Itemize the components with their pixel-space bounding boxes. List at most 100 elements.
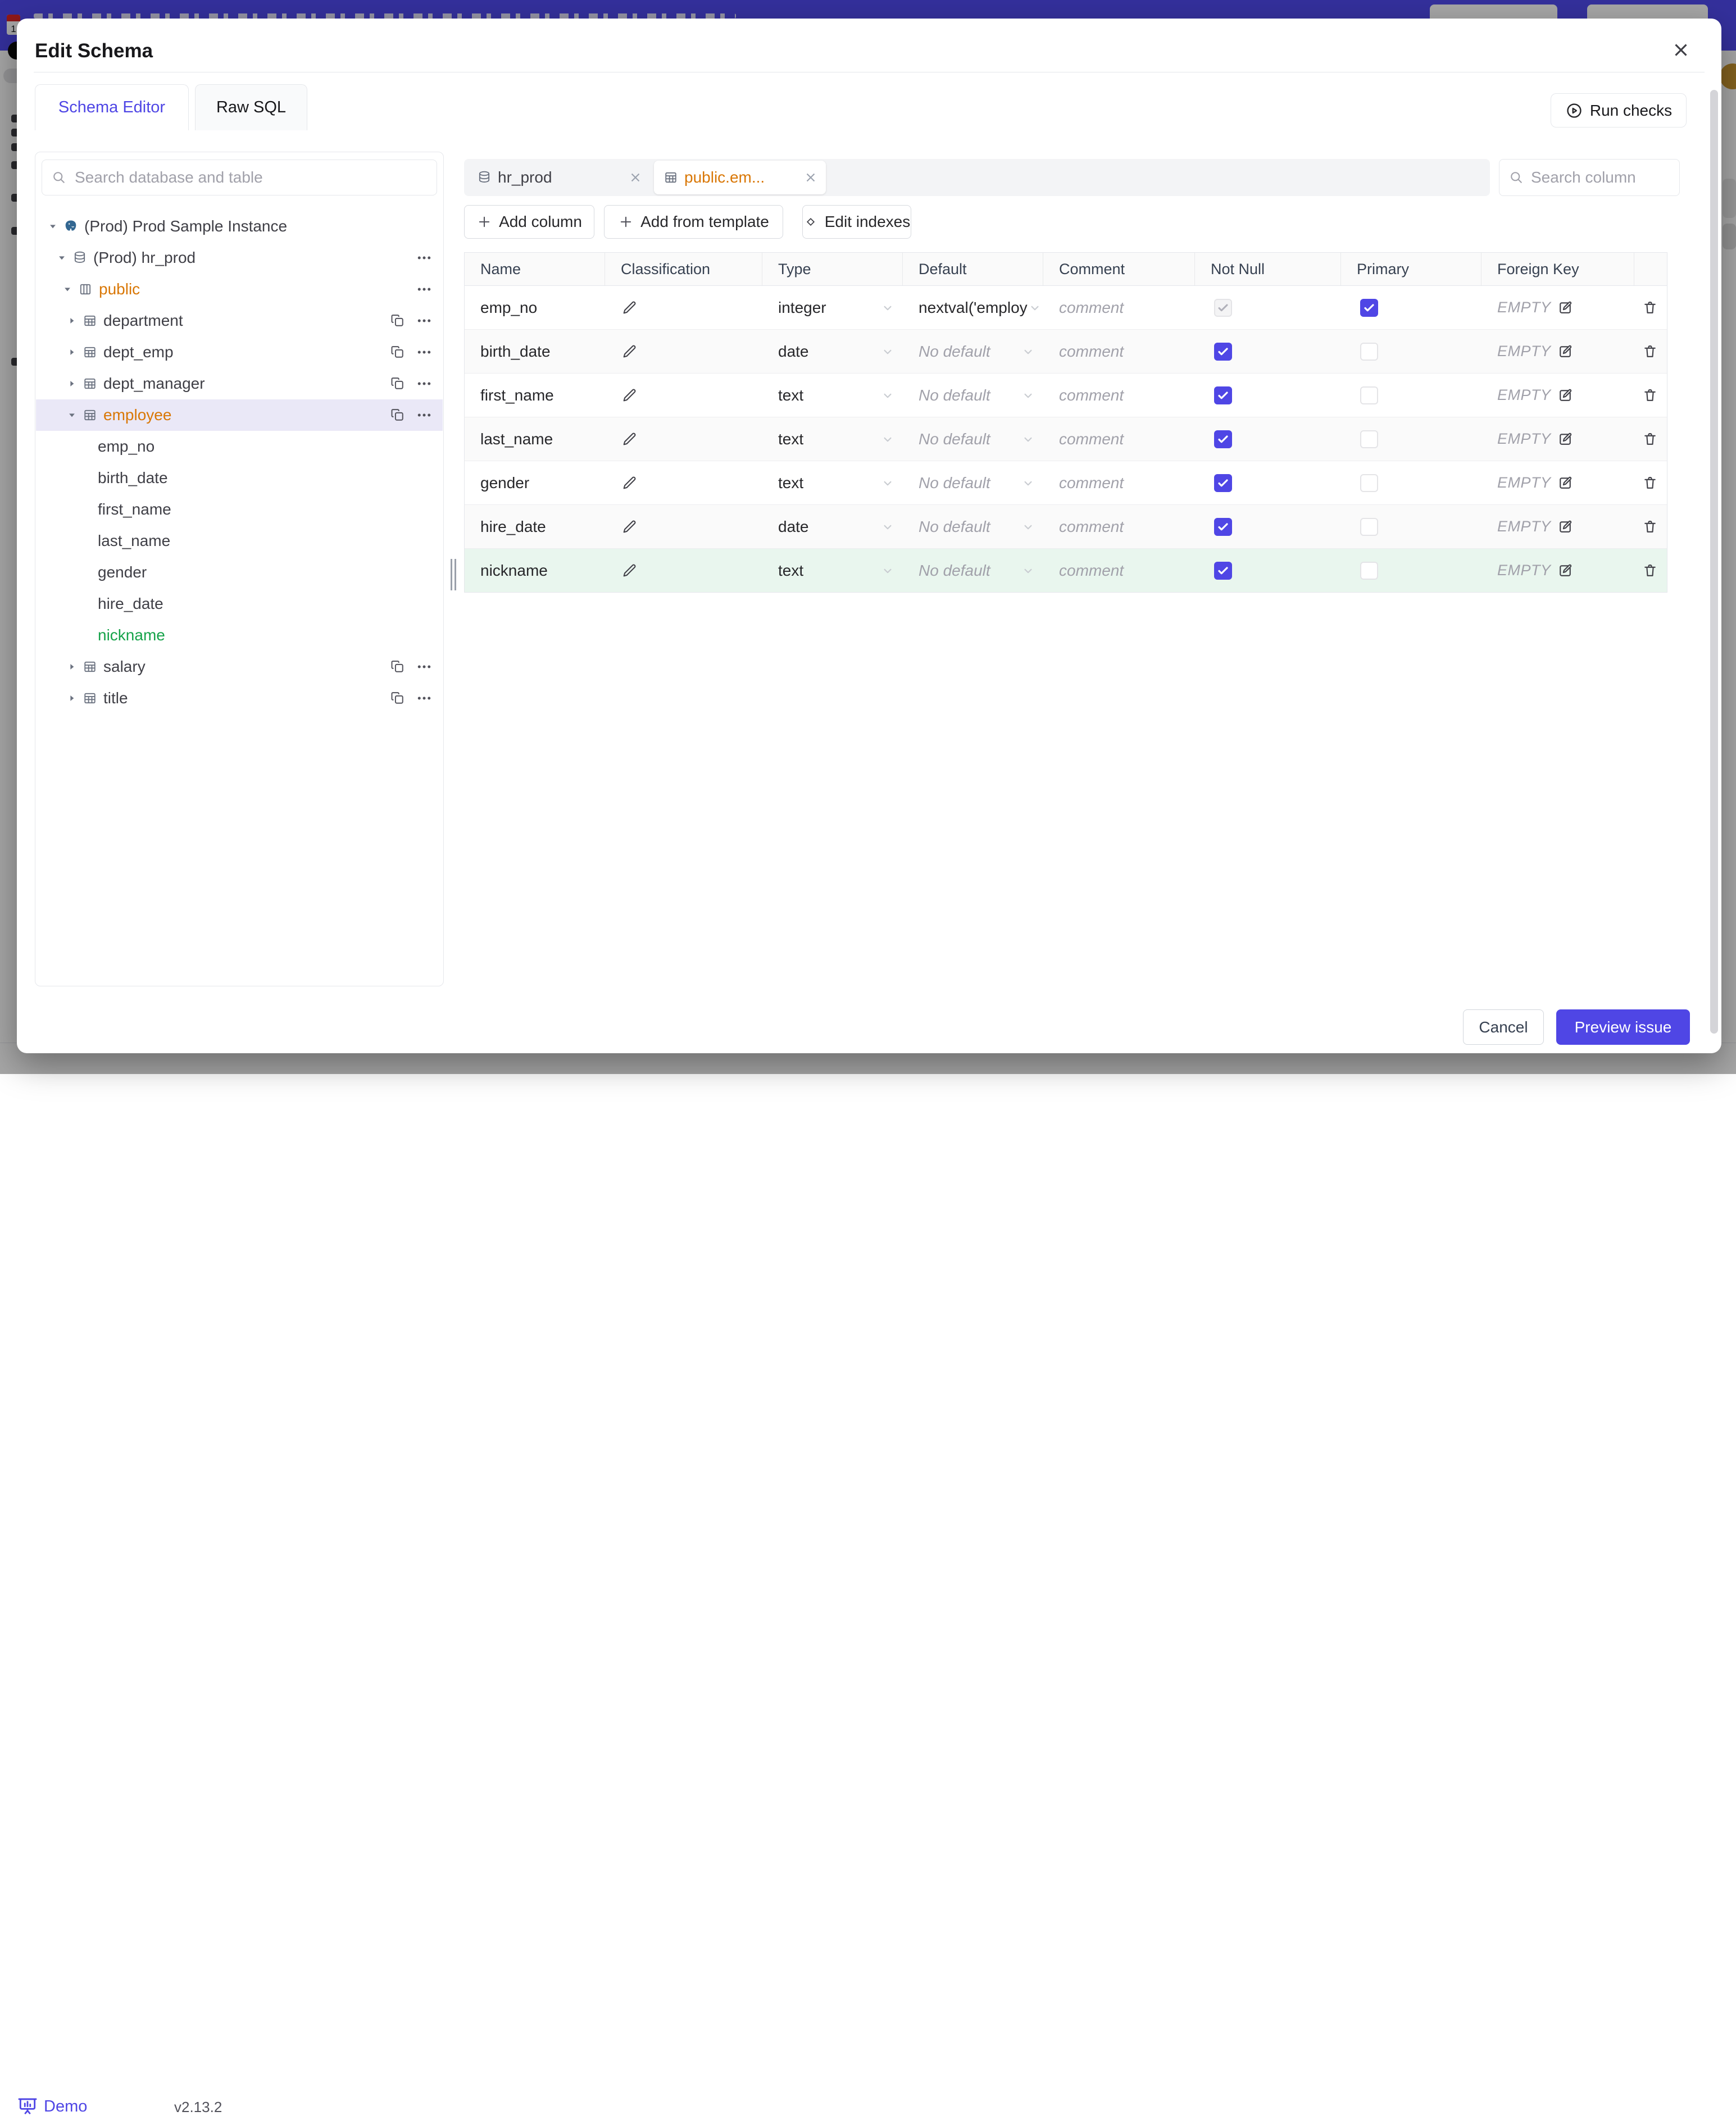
chevron-down-icon[interactable] (1021, 520, 1035, 534)
column-type-select[interactable]: date (778, 343, 809, 361)
chevron-right-icon[interactable] (65, 691, 79, 705)
tree-item-department[interactable]: department (36, 305, 443, 336)
delete-column-icon[interactable] (1642, 518, 1658, 535)
copy-icon[interactable] (390, 313, 406, 329)
primary-checkbox[interactable] (1360, 430, 1378, 448)
delete-column-icon[interactable] (1642, 299, 1658, 316)
preview-issue-button[interactable]: Preview issue (1556, 1009, 1690, 1045)
modal-scrollbar[interactable] (1710, 90, 1718, 1034)
not-null-checkbox[interactable] (1214, 474, 1232, 492)
tree-item-employee[interactable]: employee (36, 399, 443, 431)
column-comment-input[interactable]: comment (1059, 299, 1124, 317)
primary-checkbox[interactable] (1360, 298, 1378, 317)
delete-column-icon[interactable] (1642, 475, 1658, 492)
run-checks-button[interactable]: Run checks (1551, 93, 1687, 128)
more-options-icon[interactable] (416, 312, 433, 329)
tree-item-title[interactable]: title (36, 682, 443, 714)
not-null-checkbox[interactable] (1214, 517, 1232, 536)
chevron-right-icon[interactable] (65, 377, 79, 390)
close-tab-icon[interactable] (628, 170, 643, 185)
chevron-down-icon[interactable] (1021, 344, 1035, 359)
add-from-template-button[interactable]: Add from template (604, 205, 783, 239)
tree-item--prod-hr_prod[interactable]: (Prod) hr_prod (36, 242, 443, 274)
chevron-right-icon[interactable] (65, 345, 79, 359)
copy-icon[interactable] (390, 376, 406, 392)
column-type-select[interactable]: integer (778, 299, 826, 317)
edit-foreign-key-icon[interactable] (1557, 387, 1574, 404)
delete-column-icon[interactable] (1642, 562, 1658, 579)
chevron-down-icon[interactable] (61, 283, 74, 296)
chevron-down-icon[interactable] (880, 388, 895, 403)
tree-item-dept_manager[interactable]: dept_manager (36, 368, 443, 399)
tree-item-last_name[interactable]: last_name (36, 525, 443, 557)
more-options-icon[interactable] (416, 249, 433, 266)
not-null-checkbox[interactable] (1214, 430, 1232, 448)
column-type-select[interactable]: text (778, 562, 803, 580)
chevron-down-icon[interactable] (880, 563, 895, 578)
tree-item-first_name[interactable]: first_name (36, 494, 443, 525)
tab-schema-editor[interactable]: Schema Editor (35, 84, 189, 130)
chevron-down-icon[interactable] (1028, 301, 1042, 315)
chevron-down-icon[interactable] (880, 432, 895, 447)
tree-item-hire_date[interactable]: hire_date (36, 588, 443, 620)
column-name-field[interactable]: last_name (480, 430, 553, 448)
column-comment-input[interactable]: comment (1059, 518, 1124, 536)
edit-foreign-key-icon[interactable] (1557, 299, 1574, 316)
close-tab-icon[interactable] (803, 170, 818, 185)
more-options-icon[interactable] (416, 375, 433, 392)
edit-foreign-key-icon[interactable] (1557, 562, 1574, 579)
edit-foreign-key-icon[interactable] (1557, 431, 1574, 448)
tab-raw-sql[interactable]: Raw SQL (195, 84, 307, 130)
column-default-select[interactable]: No default (919, 474, 990, 492)
column-type-select[interactable]: text (778, 474, 803, 492)
column-comment-input[interactable]: comment (1059, 386, 1124, 404)
primary-checkbox[interactable] (1360, 386, 1378, 404)
edit-classification-icon[interactable] (621, 562, 638, 579)
chevron-down-icon[interactable] (1021, 476, 1035, 490)
chevron-down-icon[interactable] (65, 408, 79, 422)
more-options-icon[interactable] (416, 281, 433, 298)
not-null-checkbox[interactable] (1214, 342, 1232, 361)
tree-item--prod-prod-sample-instance[interactable]: (Prod) Prod Sample Instance (36, 211, 443, 242)
chevron-right-icon[interactable] (65, 314, 79, 327)
chevron-down-icon[interactable] (1021, 563, 1035, 578)
tree-item-public[interactable]: public (36, 274, 443, 305)
tree-item-salary[interactable]: salary (36, 651, 443, 682)
edit-classification-icon[interactable] (621, 475, 638, 492)
column-type-select[interactable]: text (778, 386, 803, 404)
chevron-down-icon[interactable] (880, 520, 895, 534)
delete-column-icon[interactable] (1642, 431, 1658, 448)
chevron-down-icon[interactable] (880, 344, 895, 359)
edit-foreign-key-icon[interactable] (1557, 518, 1574, 535)
column-default-select[interactable]: No default (919, 343, 990, 361)
not-null-checkbox[interactable] (1214, 561, 1232, 580)
column-default-select[interactable]: nextval('employ (919, 299, 1028, 317)
copy-icon[interactable] (390, 659, 406, 675)
delete-column-icon[interactable] (1642, 387, 1658, 404)
cancel-button[interactable]: Cancel (1463, 1009, 1544, 1045)
primary-checkbox[interactable] (1360, 342, 1378, 361)
delete-column-icon[interactable] (1642, 343, 1658, 360)
edit-foreign-key-icon[interactable] (1557, 343, 1574, 360)
column-name-field[interactable]: gender (480, 474, 529, 492)
edit-classification-icon[interactable] (621, 518, 638, 535)
not-null-checkbox[interactable] (1214, 298, 1232, 317)
chevron-right-icon[interactable] (65, 660, 79, 674)
edit-classification-icon[interactable] (621, 387, 638, 404)
tree-item-gender[interactable]: gender (36, 557, 443, 588)
chevron-down-icon[interactable] (1021, 388, 1035, 403)
copy-icon[interactable] (390, 690, 406, 706)
not-null-checkbox[interactable] (1214, 386, 1232, 404)
edit-foreign-key-icon[interactable] (1557, 475, 1574, 492)
edit-classification-icon[interactable] (621, 299, 638, 316)
copy-icon[interactable] (390, 344, 406, 360)
column-default-select[interactable]: No default (919, 430, 990, 448)
primary-checkbox[interactable] (1360, 561, 1378, 580)
column-comment-input[interactable]: comment (1059, 430, 1124, 448)
panel-splitter-handle[interactable] (451, 559, 456, 590)
chevron-down-icon[interactable] (880, 476, 895, 490)
add-column-button[interactable]: Add column (464, 205, 594, 239)
tab-chip-public-employee[interactable]: public.em... (654, 161, 826, 194)
column-comment-input[interactable]: comment (1059, 343, 1124, 361)
column-name-field[interactable]: birth_date (480, 343, 551, 361)
